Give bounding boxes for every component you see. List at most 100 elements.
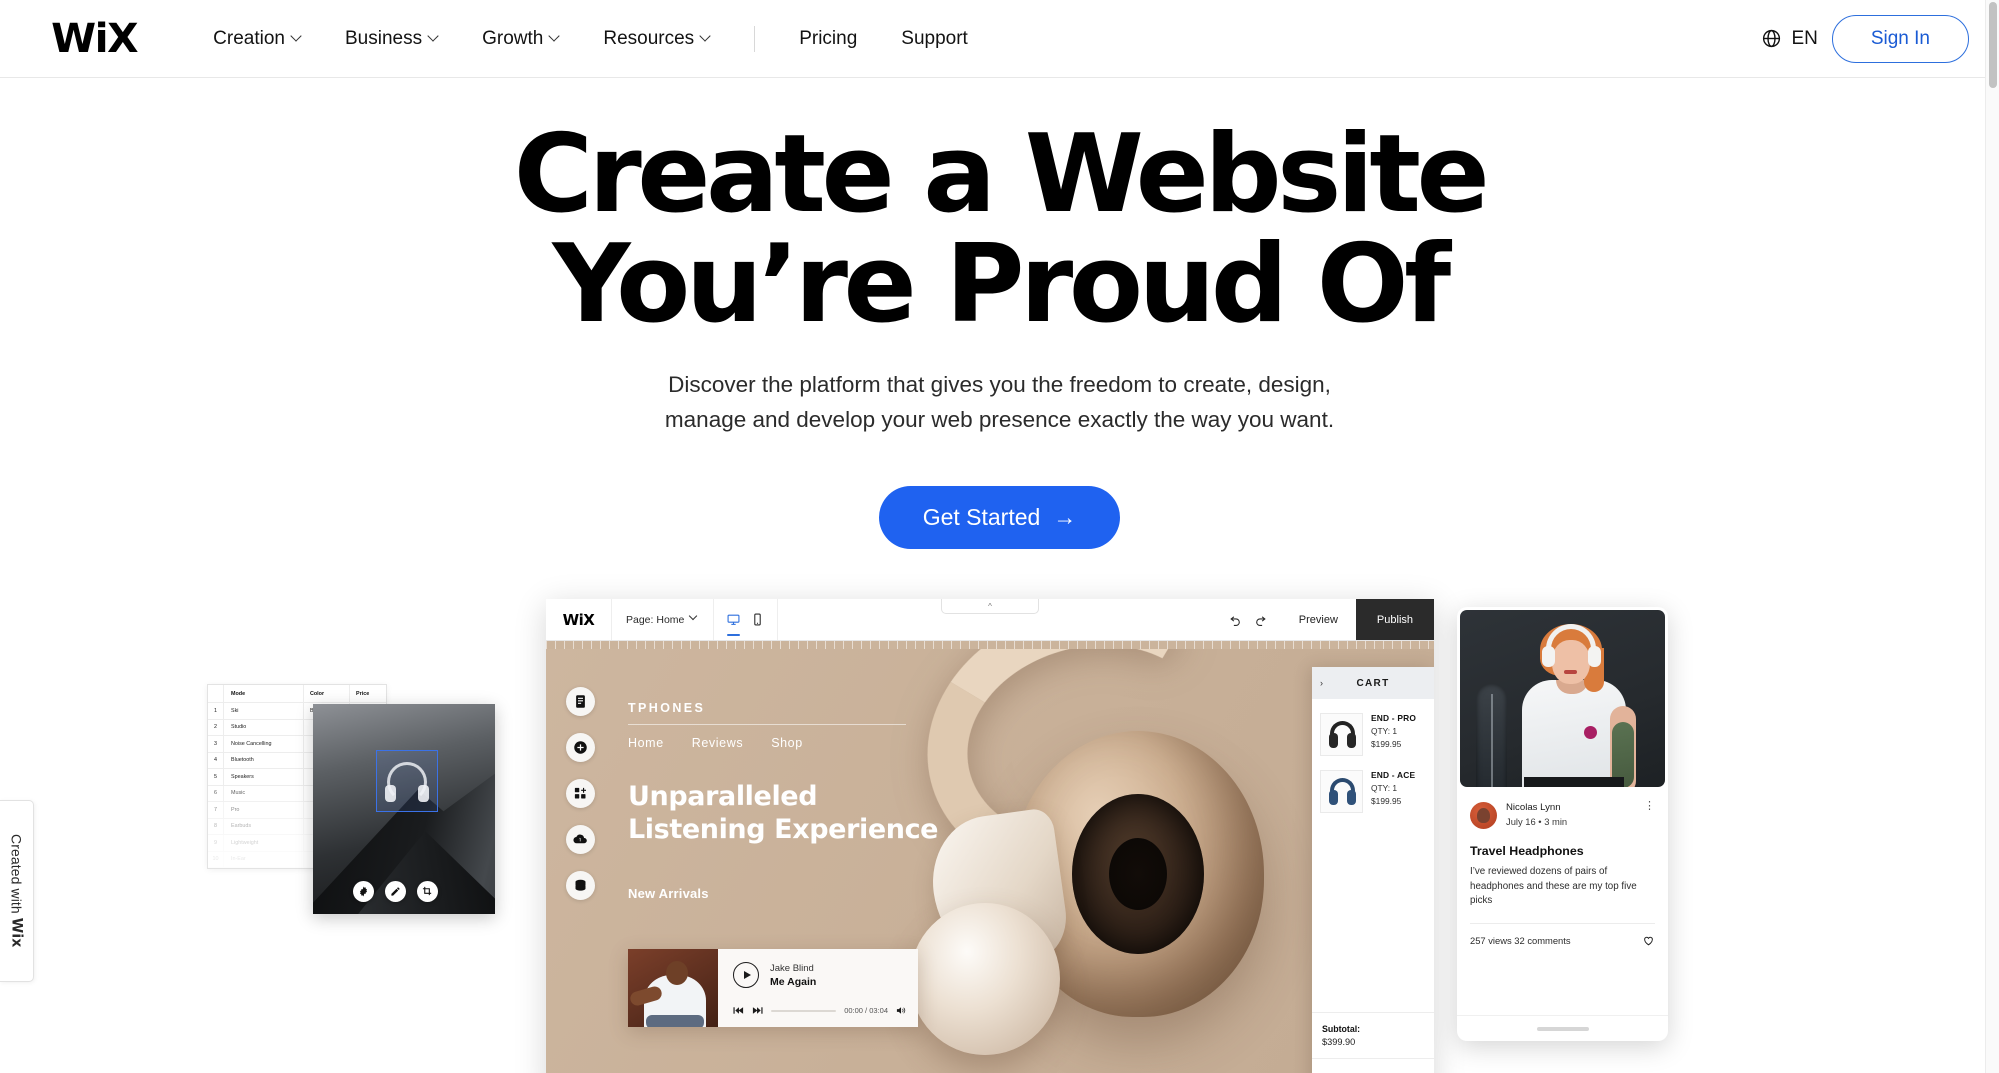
- volume-icon[interactable]: [896, 1006, 907, 1015]
- created-with-wix-badge[interactable]: Created with Wix: [0, 800, 34, 982]
- player-controls: 00:00 / 03:04: [733, 1006, 907, 1015]
- seek-slider[interactable]: [771, 1009, 837, 1012]
- cell-mode: Noise Cancelling: [224, 736, 304, 752]
- nav-item-growth[interactable]: Growth: [460, 28, 581, 50]
- cell-mode: Studio: [224, 719, 304, 736]
- mock-section-label: New Arrivals: [628, 886, 709, 902]
- page-selector[interactable]: Page: Home: [612, 599, 715, 641]
- editor-wix-logo[interactable]: WiX: [546, 599, 612, 641]
- blog-author-row: Nicolas Lynn July 16 • 3 min ⋮: [1470, 801, 1655, 830]
- nav-label: Creation: [213, 27, 285, 49]
- cell-index: 6: [208, 785, 224, 802]
- nav-item-creation[interactable]: Creation: [191, 28, 323, 50]
- mock-site-divider: [628, 724, 906, 726]
- add-icon[interactable]: [566, 733, 595, 763]
- mock-nav-reviews[interactable]: Reviews: [692, 736, 743, 750]
- cell-index: 2: [208, 719, 224, 736]
- language-selector[interactable]: EN: [1761, 28, 1818, 50]
- publish-button[interactable]: Publish: [1355, 599, 1434, 641]
- pencil-icon[interactable]: [385, 881, 406, 903]
- pages-icon[interactable]: [566, 687, 595, 717]
- badge-brand: Wix: [8, 918, 25, 948]
- cell-mode: Lightweight: [224, 835, 304, 851]
- cart-item-list: END - PRO QTY: 1 $199.95 END - ACE QTY: …: [1312, 699, 1434, 1012]
- nav-item-resources[interactable]: Resources: [581, 28, 732, 50]
- blog-post-title: Travel Headphones: [1470, 844, 1584, 859]
- gear-icon[interactable]: [353, 881, 374, 903]
- editor-toolbar: WiX Page: Home ^ Preview Publish: [546, 599, 1434, 642]
- crop-icon[interactable]: [417, 881, 438, 903]
- cell-index: 3: [208, 736, 224, 752]
- cart-item-price: $199.95: [1371, 796, 1402, 807]
- more-vertical-icon[interactable]: ⋮: [1644, 801, 1655, 812]
- heart-icon[interactable]: [1642, 934, 1655, 947]
- player-track-info: Jake Blind Me Again: [733, 962, 905, 989]
- next-track-icon[interactable]: [752, 1006, 763, 1015]
- sign-in-button[interactable]: Sign In: [1831, 14, 1969, 63]
- cell-index: 5: [208, 769, 224, 785]
- database-icon[interactable]: [566, 871, 595, 901]
- wix-editor-window: WiX Page: Home ^ Preview Publish TPHONES…: [546, 599, 1434, 1073]
- get-started-button[interactable]: Get Started →: [878, 486, 1121, 550]
- redo-icon[interactable]: [1254, 613, 1267, 627]
- cart-item[interactable]: END - ACE QTY: 1 $199.95: [1320, 770, 1426, 814]
- site-header: WiX Creation Business Growth Resources P…: [0, 0, 1999, 78]
- nav-item-business[interactable]: Business: [323, 28, 460, 50]
- person-lips: [1564, 670, 1577, 675]
- view-cart-button[interactable]: View Cart: [1312, 1058, 1434, 1073]
- home-indicator: [1536, 1026, 1589, 1031]
- cart-subtotal: Subtotal: $399.90: [1312, 1012, 1434, 1058]
- arrow-right-icon: →: [1053, 504, 1077, 531]
- preview-button[interactable]: Preview: [1281, 599, 1356, 640]
- cell-mode: Earbuds: [224, 818, 304, 835]
- nav-label: Pricing: [799, 27, 858, 49]
- apps-icon[interactable]: [566, 779, 595, 809]
- play-icon[interactable]: [733, 962, 759, 989]
- wix-logo[interactable]: WiX: [51, 19, 138, 59]
- page-scrollbar[interactable]: [1985, 0, 1999, 1073]
- nav-item-pricing[interactable]: Pricing: [777, 28, 879, 50]
- headphones-earcup-inner: [1072, 794, 1204, 955]
- cell-mode: Speakers: [224, 769, 304, 785]
- blog-post-excerpt: I’ve reviewed dozens of pairs of headpho…: [1470, 866, 1637, 907]
- mobile-icon[interactable]: [751, 613, 764, 626]
- desktop-icon[interactable]: [727, 613, 741, 637]
- chevron-down-icon: [701, 32, 710, 41]
- editor-collapse-handle[interactable]: ^: [941, 599, 1039, 615]
- subtotal-value: $399.90: [1322, 1037, 1356, 1048]
- mock-site-brand: TPHONES: [628, 701, 706, 716]
- nav-item-support[interactable]: Support: [879, 28, 990, 50]
- image-edit-card[interactable]: [313, 704, 495, 915]
- cart-item-qty: QTY: 1: [1371, 726, 1398, 737]
- player-timestamp: 00:00 / 03:04: [844, 1006, 888, 1016]
- mock-nav-shop[interactable]: Shop: [771, 736, 803, 750]
- chevron-down-icon: [690, 613, 699, 622]
- previous-track-icon[interactable]: [733, 1006, 744, 1015]
- hero-subtitle-line2: manage and develop your web presence exa…: [664, 407, 1335, 433]
- player-track-title: Me Again: [770, 975, 817, 988]
- music-player-widget[interactable]: Jake Blind Me Again 00:00 / 03:04: [628, 949, 918, 1028]
- badge-prefix: Created with: [8, 834, 25, 919]
- blog-author-name: Nicolas Lynn: [1506, 802, 1561, 814]
- cart-item-thumbnail: [1320, 713, 1363, 757]
- subtotal-label: Subtotal:: [1322, 1024, 1361, 1035]
- hero-heading-line1: Create a Website: [513, 112, 1490, 237]
- cart-item-price: $199.95: [1371, 739, 1402, 750]
- album-art-head: [666, 961, 688, 986]
- editor-canvas[interactable]: TPHONES Home Reviews Shop Unparalleled L…: [546, 649, 1434, 1073]
- scrollbar-thumb[interactable]: [1989, 2, 1997, 88]
- undo-icon[interactable]: [1229, 613, 1242, 627]
- editor-left-rail: [566, 687, 595, 901]
- hero-product-collage: Mode Color Price 1 Ski Black $129.95 2 S…: [0, 599, 1999, 1073]
- hero-section: Create a Website You’re Proud Of Discove…: [0, 78, 1999, 550]
- player-body: Jake Blind Me Again 00:00 / 03:04: [718, 949, 918, 1027]
- nav-label: Support: [901, 27, 968, 49]
- cell-index: 1: [208, 703, 224, 719]
- cell-mode: Ski: [224, 703, 304, 719]
- globe-icon: [1763, 29, 1781, 48]
- cart-item[interactable]: END - PRO QTY: 1 $199.95: [1320, 713, 1426, 757]
- media-icon[interactable]: [566, 825, 595, 855]
- cell-mode: Music: [224, 785, 304, 802]
- mock-nav-home[interactable]: Home: [628, 736, 664, 750]
- chevron-down-icon: [292, 32, 301, 41]
